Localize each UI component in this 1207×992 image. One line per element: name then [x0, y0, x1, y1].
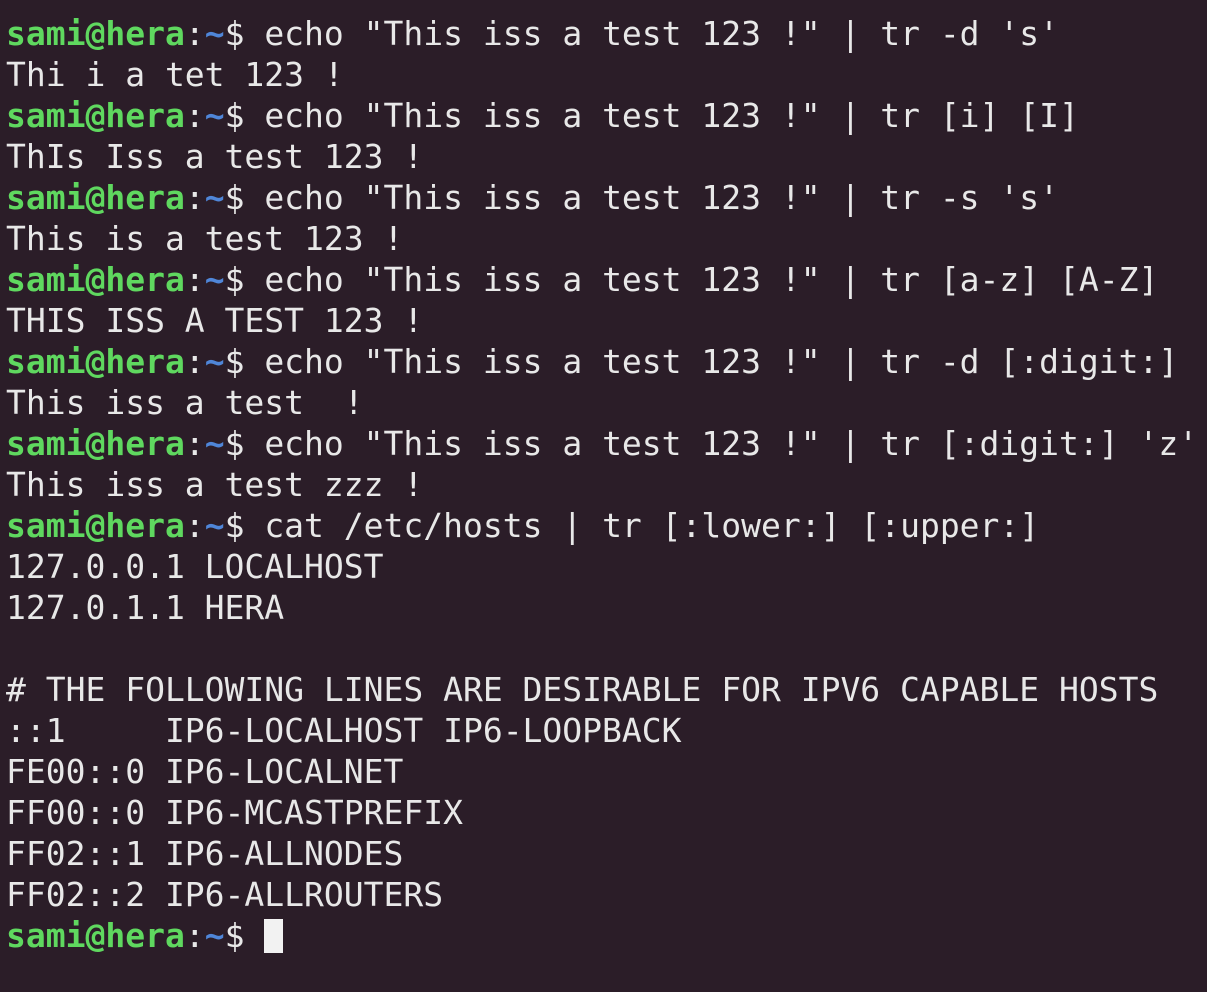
prompt-path: ~ [204, 14, 225, 53]
prompt-user-host: sami@hera [6, 424, 185, 463]
command-text: echo "This iss a test 123 !" | tr [i] [I… [264, 96, 1079, 135]
command-text: echo "This iss a test 123 !" | tr [:digi… [264, 424, 1199, 463]
active-prompt-line: sami@hera:~$ [6, 915, 1207, 956]
command-text: cat /etc/hosts | tr [:lower:] [:upper:] [264, 506, 1040, 545]
command-line: sami@hera:~$ echo "This iss a test 123 !… [6, 259, 1207, 300]
output-line: This is a test 123 ! [6, 219, 404, 258]
output-line: # THE FOLLOWING LINES ARE DESIRABLE FOR … [6, 670, 1159, 709]
output-line: FF00::0 IP6-MCASTPREFIX [6, 793, 463, 832]
prompt-symbol: $ [224, 916, 265, 955]
prompt-user-host: sami@hera [6, 916, 185, 955]
command-text: echo "This iss a test 123 !" | tr -d 's' [264, 14, 1060, 53]
output-line: 127.0.1.1 HERA [6, 588, 285, 627]
command-line: sami@hera:~$ echo "This iss a test 123 !… [6, 95, 1207, 136]
prompt-separator: : [184, 342, 205, 381]
prompt-path: ~ [204, 96, 225, 135]
terminal-output[interactable]: sami@hera:~$ echo "This iss a test 123 !… [0, 0, 1207, 992]
output-line: ::1 IP6-LOCALHOST IP6-LOOPBACK [6, 711, 682, 750]
prompt-path: ~ [204, 260, 225, 299]
output-line: ThIs Iss a test 123 ! [6, 137, 424, 176]
prompt-user-host: sami@hera [6, 96, 185, 135]
prompt-symbol: $ [224, 96, 265, 135]
output-line: FF02::1 IP6-ALLNODES [6, 834, 404, 873]
command-text: echo "This iss a test 123 !" | tr -d [:d… [264, 342, 1179, 381]
command-text: echo "This iss a test 123 !" | tr -s 's' [264, 178, 1060, 217]
command-text: echo "This iss a test 123 !" | tr [a-z] … [264, 260, 1159, 299]
command-line: sami@hera:~$ echo "This iss a test 123 !… [6, 341, 1207, 382]
prompt-separator: : [184, 506, 205, 545]
prompt-symbol: $ [224, 506, 265, 545]
prompt-symbol: $ [224, 14, 265, 53]
prompt-symbol: $ [224, 424, 265, 463]
command-line: sami@hera:~$ echo "This iss a test 123 !… [6, 177, 1207, 218]
text-cursor [264, 919, 284, 953]
output-line: Thi i a tet 123 ! [6, 55, 344, 94]
prompt-path: ~ [204, 916, 225, 955]
prompt-symbol: $ [224, 342, 265, 381]
prompt-symbol: $ [224, 260, 265, 299]
prompt-user-host: sami@hera [6, 14, 185, 53]
prompt-user-host: sami@hera [6, 178, 185, 217]
command-line: sami@hera:~$ echo "This iss a test 123 !… [6, 13, 1207, 54]
prompt-separator: : [184, 96, 205, 135]
prompt-separator: : [184, 916, 205, 955]
prompt-separator: : [184, 178, 205, 217]
prompt-separator: : [184, 14, 205, 53]
prompt-user-host: sami@hera [6, 506, 185, 545]
prompt-path: ~ [204, 506, 225, 545]
command-line: sami@hera:~$ cat /etc/hosts | tr [:lower… [6, 505, 1207, 546]
prompt-user-host: sami@hera [6, 260, 185, 299]
output-line: FE00::0 IP6-LOCALNET [6, 752, 404, 791]
prompt-separator: : [184, 260, 205, 299]
output-line: 127.0.0.1 LOCALHOST [6, 547, 384, 586]
prompt-user-host: sami@hera [6, 342, 185, 381]
output-line: This iss a test zzz ! [6, 465, 424, 504]
prompt-path: ~ [204, 424, 225, 463]
output-line: THIS ISS A TEST 123 ! [6, 301, 424, 340]
output-line: This iss a test ! [6, 383, 364, 422]
output-line: FF02::2 IP6-ALLROUTERS [6, 875, 444, 914]
prompt-separator: : [184, 424, 205, 463]
prompt-path: ~ [204, 178, 225, 217]
prompt-path: ~ [204, 342, 225, 381]
command-line: sami@hera:~$ echo "This iss a test 123 !… [6, 423, 1207, 464]
prompt-symbol: $ [224, 178, 265, 217]
